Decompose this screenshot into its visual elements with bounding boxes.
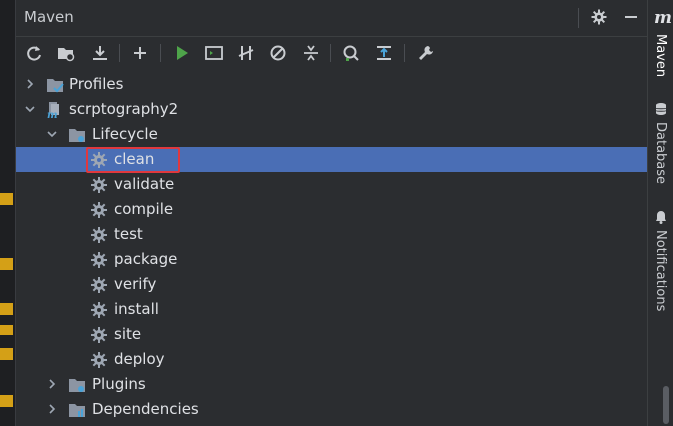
tree-node-phase-site[interactable]: site [16,322,647,347]
tree-node-label: Dependencies [92,400,199,418]
database-icon [655,103,667,115]
tree-node-label: Profiles [69,75,124,93]
analyze-dependencies-button[interactable] [339,41,363,65]
tree-node-label: scrptography2 [69,100,179,118]
gear-icon [91,302,107,318]
gutter-marker [0,348,13,360]
run-config-icon [205,46,223,60]
tree-node-label: Lifecycle [92,125,158,143]
toolbar-separator [119,44,120,62]
tree-node-label: test [114,225,143,243]
gear-icon [91,327,107,343]
skip-tests-icon [270,45,286,61]
tree-node-label: compile [114,200,174,218]
tree-node-label: deploy [114,350,165,368]
tree-node-label: site [114,325,142,343]
tree-node-phase-install[interactable]: install [16,297,647,322]
tool-window-title: Maven [24,8,74,26]
gutter-marker [0,258,13,270]
chevron-right-icon[interactable] [46,403,58,415]
maven-logo-icon: m [654,8,672,28]
show-dependencies-icon [377,46,391,60]
maven-project-icon: m [47,102,59,119]
generate-sources-button[interactable] [54,41,78,65]
minimize-icon [625,16,637,18]
collapse-all-icon [304,45,318,61]
tree-node-phase-test[interactable]: test [16,222,647,247]
tree-node-label: package [114,250,178,268]
tree-node-plugins[interactable]: Plugins [16,372,647,397]
svg-text:m: m [47,110,58,119]
gear-icon [91,352,107,368]
folder-refresh-icon [58,48,75,62]
gear-icon [91,177,107,193]
tool-window-header: Maven [16,0,647,37]
tree-node-dependencies[interactable]: Dependencies [16,397,647,422]
run-configuration-button[interactable] [202,41,226,65]
maven-settings-button[interactable] [414,41,438,65]
gutter-marker [0,395,13,407]
toolbar-separator [160,44,161,62]
lifecycle-folder-icon [69,129,85,142]
gutter-marker [0,193,13,205]
maven-toolbar [16,37,647,69]
tree-node-phase-package[interactable]: package [16,247,647,272]
wrench-icon [419,46,433,60]
plugins-folder-icon [69,379,85,392]
toolbar-separator [404,44,405,62]
toolbar-separator [330,44,331,62]
download-sources-button[interactable] [88,41,112,65]
highlight-annotation-box [86,147,180,173]
tree-node-label: Plugins [92,375,146,393]
gear-icon [91,227,107,243]
tree-node-label: validate [114,175,175,193]
toggle-offline-icon [238,46,254,60]
tree-node-label: install [114,300,159,318]
side-tab-notifications[interactable]: Notifications [653,230,668,311]
chevron-down-icon[interactable] [46,128,58,140]
tree-node-phase-compile[interactable]: compile [16,197,647,222]
add-project-button[interactable] [128,41,152,65]
maven-tool-window: Maven Profiles m scrptography2 Lifecycle… [16,0,647,426]
toggle-offline-button[interactable] [234,41,258,65]
run-icon [177,46,188,60]
gear-icon [591,9,607,25]
download-icon [93,46,107,60]
chevron-right-icon[interactable] [46,378,58,390]
header-separator [578,8,579,28]
reload-icon [27,46,41,61]
tree-node-phase-validate[interactable]: validate [16,172,647,197]
side-tab-maven[interactable]: Maven [653,34,668,77]
tree-node-lifecycle[interactable]: Lifecycle [16,122,647,147]
vertical-scrollbar-thumb[interactable] [663,386,669,424]
editor-gutter-strip [0,0,16,426]
chevron-right-icon[interactable] [24,78,36,90]
settings-gear-button[interactable] [588,6,610,28]
tree-node-project[interactable]: m scrptography2 [16,97,647,122]
tree-node-profiles[interactable]: Profiles [16,72,647,97]
hide-panel-button[interactable] [620,6,642,28]
collapse-all-button[interactable] [299,41,323,65]
gutter-marker [0,325,13,335]
dependencies-folder-icon [69,404,85,417]
chevron-down-icon[interactable] [24,103,36,115]
profiles-folder-icon [47,79,64,93]
analyze-dependencies-icon [343,45,359,61]
tree-node-label: verify [114,275,157,293]
reload-button[interactable] [22,41,46,65]
tree-node-phase-deploy[interactable]: deploy [16,347,647,372]
gear-icon [91,252,107,268]
gear-icon [91,277,107,293]
tree-node-phase-verify[interactable]: verify [16,272,647,297]
side-tab-database[interactable]: Database [653,122,668,184]
gear-icon [91,202,107,218]
gutter-marker [0,303,13,315]
right-tool-window-bar: m Maven Database Notifications [647,0,673,426]
bell-icon [656,211,666,224]
run-button[interactable] [170,41,194,65]
skip-tests-button[interactable] [266,41,290,65]
add-icon [134,47,146,59]
show-dependencies-button[interactable] [372,41,396,65]
